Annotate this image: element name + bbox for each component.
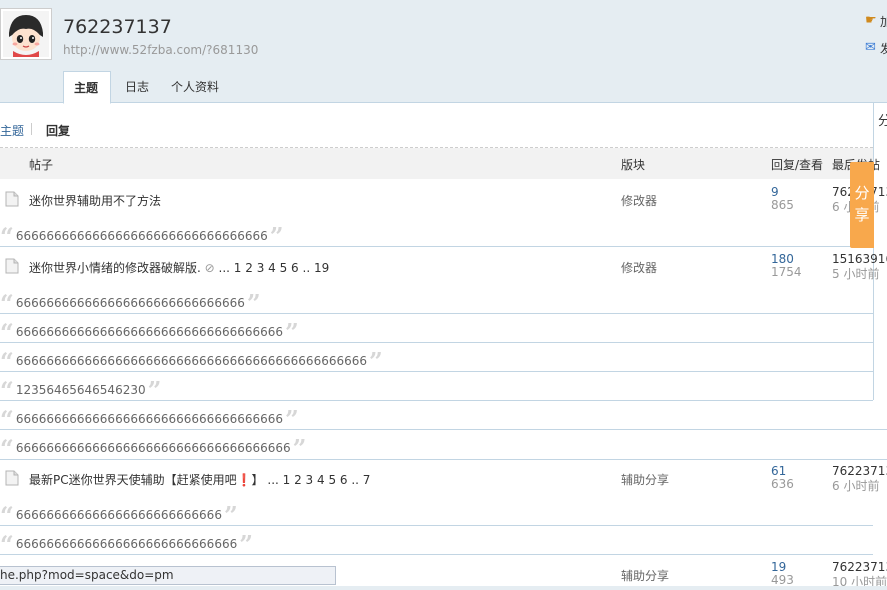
thread-last-time[interactable]: 5 小时前 xyxy=(832,265,879,282)
row-divider xyxy=(0,554,873,555)
space-url[interactable]: http://www.52fzba.com/?681130 xyxy=(63,43,258,57)
thread-title: 最新PC迷你世界天使辅助【赶紧使用吧❗】 ... 1 2 3 4 5 6 .. … xyxy=(29,471,370,488)
thread-reply-count[interactable]: 61 xyxy=(771,464,786,478)
column-header-forum: 版块 xyxy=(621,158,646,172)
sidebar-title: 分 xyxy=(878,114,887,129)
row-divider xyxy=(0,459,887,460)
reply-quote-text[interactable]: 66666666666666666666666666666 xyxy=(16,537,237,551)
share-label-2: 享 xyxy=(854,206,870,224)
reply-quote[interactable]: “12356465646546230” xyxy=(0,377,161,403)
attachment-icon: ⊘ xyxy=(204,261,215,275)
thread-view-count: 865 xyxy=(771,198,794,212)
reply-quote[interactable]: “666666666666666666666666666666666” xyxy=(0,223,284,249)
column-header-post: 帖子 xyxy=(29,158,54,172)
table-header: 帖子 版块 回复/查看 最后发帖 xyxy=(0,148,880,179)
username: 762237137 xyxy=(63,16,172,38)
reply-quote-text[interactable]: 666666666666666666666666666666666666 xyxy=(16,441,291,455)
reply-quote[interactable]: “666666666666666666666666666” xyxy=(0,502,238,528)
thread-view-count: 493 xyxy=(771,573,794,587)
thread-title: 迷你世界小情绪的修改器破解版. ⊘ ... 1 2 3 4 5 6 .. 19 xyxy=(29,259,329,276)
row-divider xyxy=(0,371,873,372)
reply-quote-text[interactable]: 12356465646546230 xyxy=(16,383,146,397)
reply-quote[interactable]: “666666666666666666666666666666666666666… xyxy=(0,348,383,374)
reply-quote-text[interactable]: 6666666666666666666666666666666666666666… xyxy=(16,354,367,368)
document-icon xyxy=(5,191,19,207)
reply-quote[interactable]: “666666666666666666666666666666” xyxy=(0,290,261,316)
thread-last-user[interactable]: 762237137 xyxy=(832,560,887,574)
thread-title-link[interactable]: 迷你世界辅助用不了方法 xyxy=(29,192,161,209)
subnav-replies-link[interactable]: 回复 xyxy=(46,122,70,139)
thread-forum-link[interactable]: 辅助分享 xyxy=(621,567,669,584)
reply-quote-text[interactable]: 666666666666666666666666666666 xyxy=(16,296,245,310)
tab-blog[interactable]: 日志 xyxy=(115,71,159,103)
thread-last-time[interactable]: 6 小时前 xyxy=(832,477,879,494)
row-divider xyxy=(0,313,873,314)
avatar[interactable] xyxy=(0,8,52,60)
document-icon xyxy=(5,470,19,486)
row-divider xyxy=(0,246,873,247)
thread-forum-link[interactable]: 修改器 xyxy=(621,259,657,276)
subnav-divider xyxy=(31,123,32,135)
share-label-1: 分 xyxy=(854,184,870,202)
thread-title-link[interactable]: 最新PC迷你世界天使辅助【赶紧使用吧❗】 xyxy=(29,473,264,487)
thread-forum-link[interactable]: 辅助分享 xyxy=(621,471,669,488)
share-button[interactable]: 分 享 xyxy=(850,162,874,248)
row-divider xyxy=(0,342,873,343)
reply-quote[interactable]: “666666666666666666666666666666666666” xyxy=(0,435,306,461)
column-header-replies-views: 回复/查看 xyxy=(771,158,824,172)
thread-pagination[interactable]: ... 1 2 3 4 5 6 .. 7 xyxy=(267,473,370,487)
thread-view-count: 636 xyxy=(771,477,794,491)
thread-pagination[interactable]: ... 1 2 3 4 5 6 .. 19 xyxy=(219,261,330,275)
mail-icon[interactable]: ✉ xyxy=(865,40,876,55)
thread-reply-count[interactable]: 19 xyxy=(771,560,786,574)
bottom-strip xyxy=(0,586,887,590)
tab-profile[interactable]: 个人资料 xyxy=(161,71,229,103)
thread-last-user[interactable]: 15163916 xyxy=(832,252,887,266)
document-icon xyxy=(5,258,19,274)
reply-quote-text[interactable]: 66666666666666666666666666666666666 xyxy=(16,325,283,339)
reply-quote[interactable]: “66666666666666666666666666666666666” xyxy=(0,319,299,345)
browser-status-bar: he.php?mod=space&do=pm xyxy=(0,566,336,585)
reply-quote-text[interactable]: 666666666666666666666666666 xyxy=(16,508,222,522)
thread-forum-link[interactable]: 修改器 xyxy=(621,192,657,209)
thread-reply-count[interactable]: 180 xyxy=(771,252,794,266)
reply-quote-text[interactable]: 66666666666666666666666666666666666 xyxy=(16,412,283,426)
send-message-link[interactable]: 发 xyxy=(880,40,887,57)
add-friend-link[interactable]: 加 xyxy=(880,13,887,30)
thread-title-link[interactable]: 迷你世界小情绪的修改器破解版. xyxy=(29,261,201,275)
thread-last-user[interactable]: 762237137 xyxy=(832,464,887,478)
reply-quote[interactable]: “66666666666666666666666666666” xyxy=(0,531,253,557)
row-divider xyxy=(0,400,873,401)
handshake-icon[interactable]: ☛ xyxy=(865,13,877,28)
row-divider xyxy=(0,429,887,430)
reply-quote[interactable]: “66666666666666666666666666666666666” xyxy=(0,406,299,432)
tab-topics[interactable]: 主题 xyxy=(63,71,111,104)
thread-reply-count[interactable]: 9 xyxy=(771,185,779,199)
profile-header: 762237137 http://www.52fzba.com/?681130 … xyxy=(0,0,887,104)
row-divider xyxy=(0,525,873,526)
thread-view-count: 1754 xyxy=(771,265,802,279)
subnav-topics-link[interactable]: 主题 xyxy=(0,122,24,139)
reply-quote-text[interactable]: 666666666666666666666666666666666 xyxy=(16,229,268,243)
